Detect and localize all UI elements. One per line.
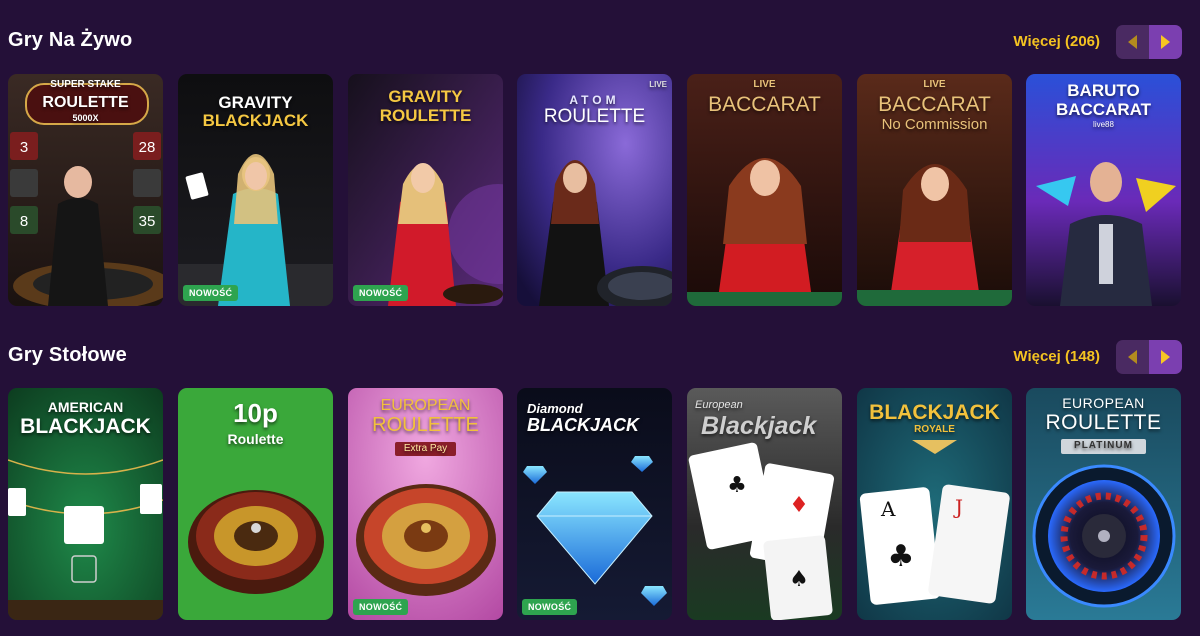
game-subtitle: BACCARAT (1055, 100, 1152, 119)
game-subtitle: ROULETTE (1045, 411, 1162, 434)
game-title: BLACKJACK (869, 401, 1000, 424)
more-link[interactable]: Więcej (148) (1013, 348, 1100, 365)
game-title: BARUTO (1067, 81, 1140, 100)
game-subtitle: ROULETTE (372, 414, 479, 436)
chevron-right-icon (1161, 35, 1170, 49)
game-subtitle: Blackjack (701, 412, 817, 440)
game-subtitle: Roulette (227, 431, 284, 447)
game-top-label: LIVE (753, 79, 776, 90)
game-subtitle: ROULETTE (379, 106, 472, 125)
svg-text:8: 8 (20, 213, 28, 230)
svg-text:35: 35 (139, 213, 156, 230)
game-title: EUROPEAN (380, 397, 471, 414)
game-subtitle: 5000X (72, 113, 99, 123)
game-card[interactable]: EUROPEAN ROULETTE PLATINUM (1026, 388, 1181, 620)
game-extra-label: Extra Pay (395, 442, 456, 456)
game-subtitle: ROYALE (914, 424, 955, 435)
new-badge: NOWOŚĆ (522, 599, 578, 615)
svg-text:♦: ♦ (789, 493, 809, 518)
game-card[interactable]: A ♣ J BLACKJACK ROYALE (857, 388, 1012, 620)
chevron-right-icon (1161, 350, 1170, 364)
game-title: GRAVITY (388, 87, 463, 106)
carousel-nav (1116, 25, 1182, 59)
chevron-left-icon (1128, 35, 1137, 49)
game-title: BACCARAT (708, 93, 821, 116)
game-card[interactable]: ♣ ♦ ♠ European Blackjack (687, 388, 842, 620)
game-card[interactable]: Diamond BLACKJACK NOWOŚĆ (517, 388, 672, 620)
svg-text:3: 3 (20, 139, 28, 156)
game-top-label: LIVE (923, 79, 946, 90)
game-subtitle: BLACKJACK (527, 415, 639, 435)
carousel-prev-button[interactable] (1116, 340, 1149, 374)
game-subtitle: ROULETTE (543, 106, 646, 127)
game-top-label: LIVE (649, 80, 667, 89)
section-title: Gry Na Żywo (8, 29, 133, 51)
svg-text:♠: ♠ (789, 567, 809, 592)
new-badge: NOWOŚĆ (353, 285, 409, 301)
game-subtitle: BLACKJACK (202, 111, 309, 130)
game-card[interactable]: LIVE BACCARAT (687, 74, 842, 306)
game-row: AMERICAN BLACKJACK 10p Roulette EUROPEAN… (8, 388, 1192, 620)
chevron-left-icon (1128, 350, 1137, 364)
game-title: European (695, 399, 743, 411)
carousel-next-button[interactable] (1149, 340, 1182, 374)
game-title: ATOM (569, 93, 620, 107)
game-extra-label: PLATINUM (1061, 439, 1146, 454)
section-header: Gry Na Żywo Więcej (206) (0, 0, 1200, 72)
svg-text:28: 28 (139, 139, 156, 156)
game-title: 10p (233, 398, 278, 428)
svg-text:♣: ♣ (888, 539, 915, 574)
section-title: Gry Stołowe (8, 344, 127, 366)
game-subtitle: No Commission (881, 116, 988, 133)
svg-text:A: A (880, 497, 896, 521)
game-card[interactable]: GRAVITY ROULETTE NOWOŚĆ (348, 74, 503, 306)
game-card[interactable]: 3 28 8 35 SUPER STAKE ROULETTE 5000X (8, 74, 163, 306)
svg-text:♣: ♣ (727, 473, 747, 498)
game-title: AMERICAN (47, 399, 124, 415)
game-provider-label: live88 (1093, 120, 1114, 129)
game-title: ROULETTE (42, 94, 129, 111)
game-card[interactable]: EUROPEAN ROULETTE Extra Pay NOWOŚĆ (348, 388, 503, 620)
game-title: GRAVITY (218, 93, 293, 112)
game-top-label: SUPER STAKE (50, 79, 121, 90)
game-card[interactable]: 10p Roulette (178, 388, 333, 620)
game-row: 3 28 8 35 SUPER STAKE ROULETTE 5000X GRA… (8, 74, 1192, 306)
game-card[interactable]: GRAVITY BLACKJACK NOWOŚĆ (178, 74, 333, 306)
more-link[interactable]: Więcej (206) (1013, 33, 1100, 50)
carousel-next-button[interactable] (1149, 25, 1182, 59)
game-subtitle: BLACKJACK (20, 415, 151, 438)
game-card[interactable]: LIVE BACCARAT No Commission (857, 74, 1012, 306)
game-title: BACCARAT (878, 93, 991, 116)
section-header: Gry Stołowe Więcej (148) (0, 316, 1200, 388)
game-card[interactable]: LIVE ATOM ROULETTE (517, 74, 672, 306)
game-card[interactable]: BARUTO BACCARAT live88 (1026, 74, 1181, 306)
game-title: EUROPEAN (1062, 395, 1145, 411)
game-title: Diamond (527, 401, 583, 416)
new-badge: NOWOŚĆ (183, 285, 239, 301)
new-badge: NOWOŚĆ (353, 599, 409, 615)
svg-text:J: J (953, 495, 963, 519)
game-card[interactable]: AMERICAN BLACKJACK (8, 388, 163, 620)
carousel-prev-button[interactable] (1116, 25, 1149, 59)
carousel-nav (1116, 340, 1182, 374)
